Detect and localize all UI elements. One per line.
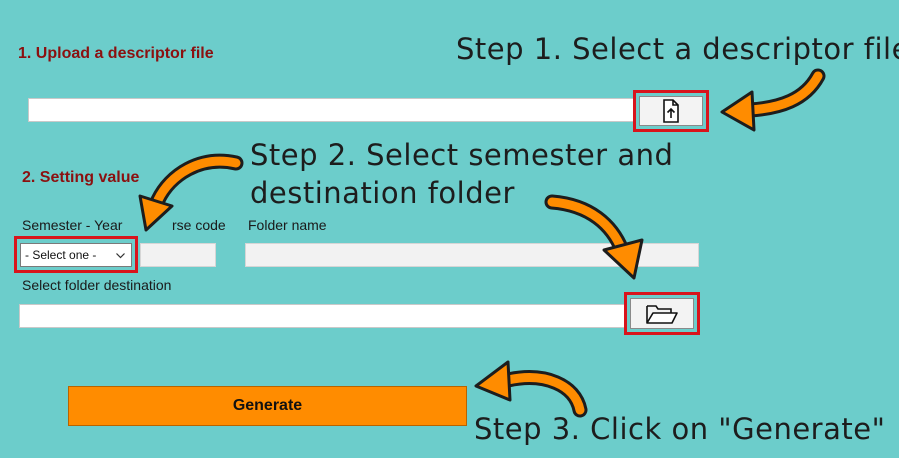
- step1-arrow-icon: [720, 68, 826, 132]
- semester-year-label: Semester - Year: [22, 217, 123, 233]
- file-upload-icon: [663, 99, 679, 123]
- semester-year-select[interactable]: - Select one -: [20, 243, 132, 267]
- destination-folder-field[interactable]: [19, 304, 626, 328]
- browse-folder-highlight: [624, 292, 700, 335]
- destination-label: Select folder destination: [22, 277, 172, 293]
- upload-button-highlight: [633, 90, 709, 132]
- course-code-field[interactable]: [140, 243, 216, 267]
- upload-section-heading: 1. Upload a descriptor file: [18, 45, 214, 62]
- browse-folder-button[interactable]: [630, 298, 694, 329]
- folder-name-field[interactable]: [245, 243, 699, 267]
- semester-selected-value: - Select one -: [25, 248, 97, 262]
- step1-annotation: Step 1. Select a descriptor file: [456, 32, 899, 66]
- semester-select-highlight: - Select one -: [14, 236, 138, 273]
- descriptor-file-field[interactable]: [28, 98, 635, 122]
- step3-arrow-icon: [474, 360, 588, 418]
- step3-annotation: Step 3. Click on "Generate": [474, 412, 886, 446]
- folder-open-icon: [646, 304, 678, 324]
- step2-annotation-line2: destination folder: [250, 176, 515, 210]
- settings-section-heading: 2. Setting value: [22, 169, 140, 186]
- upload-file-button[interactable]: [639, 96, 703, 126]
- course-code-label: rse code: [172, 217, 226, 233]
- folder-name-label: Folder name: [248, 217, 327, 233]
- chevron-down-icon: [116, 253, 125, 259]
- generate-button[interactable]: Generate: [68, 386, 467, 426]
- step2-annotation-line1: Step 2. Select semester and: [250, 138, 674, 172]
